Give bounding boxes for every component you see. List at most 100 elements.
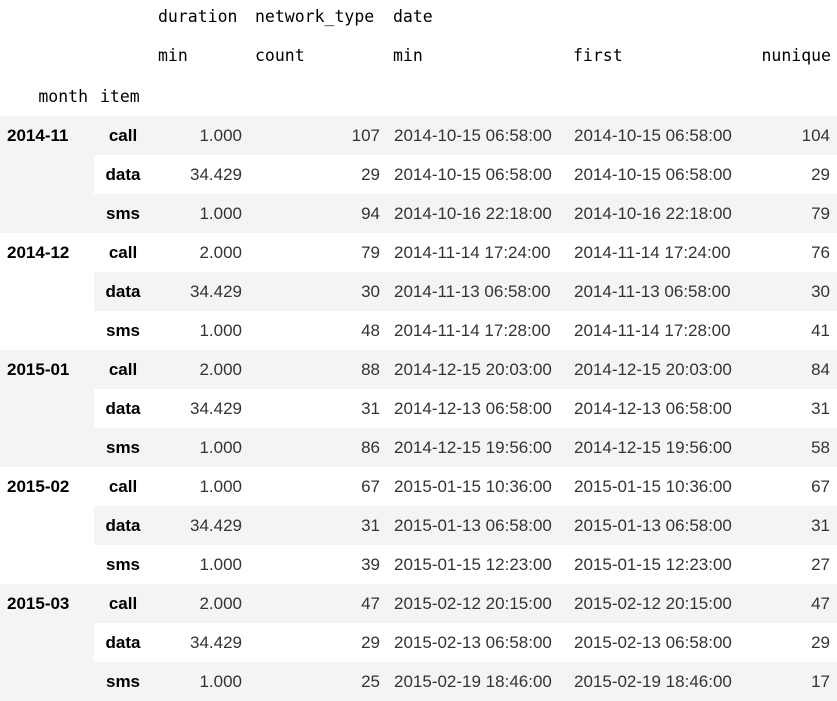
- cell-duration-min: 1.000: [199, 476, 242, 496]
- row-index-item: data: [94, 272, 152, 311]
- table-row: sms 1.000 94 2014-10-16 22:18:00 2014-10-16 …: [0, 194, 837, 233]
- row-index-item: call: [108, 476, 138, 496]
- cell-duration-min: 2.000: [199, 242, 242, 262]
- row-index-item: call: [94, 350, 152, 389]
- cell-date-first: 2014-12-13 06:58:00: [574, 398, 732, 418]
- cell-date-min: 2015-01-13 06:58:00: [387, 506, 567, 545]
- cell-date-nunique: 104: [748, 116, 837, 155]
- cell-date-first: 2014-12-15 19:56:00: [567, 428, 748, 467]
- header-row-level1: min count min first nunique: [0, 33, 837, 77]
- cell-network-count: 79: [361, 242, 380, 262]
- cell-network-count: 67: [361, 476, 380, 496]
- cell-date-min: 2014-12-15 20:03:00: [387, 350, 567, 389]
- cell-date-first: 2015-01-13 06:58:00: [567, 506, 748, 545]
- cell-duration-min: 34.429: [190, 398, 242, 418]
- header-row-level0: duration network_type date: [0, 0, 837, 33]
- header-blank: [0, 0, 94, 33]
- cell-duration-min: 34.429: [190, 632, 242, 652]
- cell-date-first: 2015-01-15 10:36:00: [574, 476, 732, 496]
- cell-date-first: 2014-12-15 20:03:00: [567, 350, 748, 389]
- table-row: sms 1.000 25 2015-02-19 18:46:00 2015-02-19 …: [0, 662, 837, 701]
- cell-network-count: 88: [249, 350, 387, 389]
- header-blank: [387, 77, 567, 116]
- cell-network-count: 39: [361, 554, 380, 574]
- cell-date-min: 2015-02-19 18:46:00: [387, 662, 567, 701]
- cell-date-first: 2015-01-15 12:23:00: [574, 554, 732, 574]
- row-index-item: data: [105, 398, 141, 418]
- cell-date-first: 2015-02-12 20:15:00: [567, 584, 748, 623]
- row-index-item: sms: [94, 428, 152, 467]
- cell-duration-min: 1.000: [199, 320, 242, 340]
- cell-duration-min: 1.000: [152, 428, 249, 467]
- table-row: sms 1.000 86 2014-12-15 19:56:00 2014-12-15 …: [0, 428, 837, 467]
- row-index-month: 2015-01: [0, 350, 94, 467]
- cell-date-nunique: 29: [811, 632, 830, 652]
- cell-date-nunique: 76: [811, 242, 830, 262]
- row-index-item: data: [94, 506, 152, 545]
- cell-duration-min: 2.000: [152, 584, 249, 623]
- cell-date-first: 2015-02-13 06:58:00: [574, 632, 732, 652]
- cell-network-count: 86: [249, 428, 387, 467]
- cell-date-min: 2015-01-15 12:23:00: [394, 554, 552, 574]
- table-row: 2014-12 call 2.000 79 2014-11-14 17:24:00 201…: [0, 233, 837, 350]
- cell-date-min: 2014-11-14 17:28:00: [394, 320, 551, 340]
- cell-network-count: 29: [361, 164, 380, 184]
- cell-date-min: 2015-01-15 10:36:00: [394, 476, 552, 496]
- cell-date-nunique: 31: [811, 398, 830, 418]
- cell-date-first: 2014-10-15 06:58:00: [567, 116, 748, 155]
- header-duration: duration: [158, 7, 238, 26]
- row-index-month: 2014-11: [0, 116, 94, 233]
- cell-date-nunique: 17: [748, 662, 837, 701]
- cell-network-count: 47: [249, 584, 387, 623]
- table-row: data 34.429 31 2015-01-13 06:58:00 2015-01-1…: [0, 506, 837, 545]
- cell-date-nunique: 67: [811, 476, 830, 496]
- table-row: sms 1.000 48 2014-11-14 17:28:00 2014-11-14 …: [0, 311, 837, 350]
- cell-date-min: 2014-11-14 17:24:00: [394, 242, 551, 262]
- cell-date-first: 2014-10-16 22:18:00: [567, 194, 748, 233]
- row-index-month: 2015-02: [0, 467, 94, 584]
- index-name-item: item: [100, 87, 140, 106]
- cell-duration-min: 1.000: [152, 662, 249, 701]
- table-row: data 34.429 31 2014-12-13 06:58:00 2014-12-1…: [0, 389, 837, 428]
- cell-date-min: 2014-10-15 06:58:00: [394, 164, 552, 184]
- table-header: duration network_type date min count min…: [0, 0, 837, 116]
- cell-network-count: 30: [249, 272, 387, 311]
- cell-duration-min: 34.429: [190, 164, 242, 184]
- cell-date-nunique: 30: [748, 272, 837, 311]
- table-row: 2014-11 call 1.000 107 2014-10-15 06:58:00 20…: [0, 116, 837, 233]
- cell-date-first: 2014-11-14 17:24:00: [574, 242, 731, 262]
- header-date: date: [393, 7, 433, 26]
- row-index-item: call: [94, 116, 152, 155]
- header-blank: [249, 77, 387, 116]
- cell-duration-min: 2.000: [152, 350, 249, 389]
- row-index-item: data: [105, 164, 141, 184]
- table-row: data 34.429 29 2014-10-15 06:58:00 2014-10-1…: [0, 155, 837, 194]
- cell-date-min: 2014-12-13 06:58:00: [394, 398, 552, 418]
- row-index-month: 2015-03: [0, 584, 94, 701]
- cell-date-min: 2015-02-13 06:58:00: [394, 632, 552, 652]
- header-date-first: first: [573, 45, 623, 65]
- header-blank: [94, 0, 152, 33]
- cell-date-nunique: 27: [811, 554, 830, 574]
- header-blank: [94, 33, 152, 77]
- header-blank: [0, 33, 94, 77]
- table-row: 2015-03 call 2.000 47 2015-02-12 20:15:00 201…: [0, 584, 837, 701]
- header-blank: [748, 0, 837, 33]
- header-date-min: min: [393, 45, 423, 65]
- header-blank: [152, 77, 249, 116]
- cell-date-nunique: 29: [811, 164, 830, 184]
- cell-date-min: 2015-02-12 20:15:00: [387, 584, 567, 623]
- cell-network-count: 31: [249, 506, 387, 545]
- header-network-count: count: [255, 45, 305, 65]
- cell-network-count: 25: [249, 662, 387, 701]
- cell-date-first: 2014-11-14 17:28:00: [574, 320, 731, 340]
- table-row: 2015-01 call 2.000 88 2014-12-15 20:03:00 201…: [0, 350, 837, 467]
- cell-date-first: 2014-10-15 06:58:00: [574, 164, 732, 184]
- cell-date-nunique: 84: [748, 350, 837, 389]
- table-row: 2015-02 call 1.000 67 2015-01-15 10:36:00 201…: [0, 467, 837, 584]
- cell-duration-min: 1.000: [199, 554, 242, 574]
- row-index-item: sms: [105, 554, 141, 574]
- cell-date-min: 2014-11-13 06:58:00: [387, 272, 567, 311]
- table-row: sms 1.000 39 2015-01-15 12:23:00 2015-01-15 …: [0, 545, 837, 584]
- header-blank: [567, 0, 748, 33]
